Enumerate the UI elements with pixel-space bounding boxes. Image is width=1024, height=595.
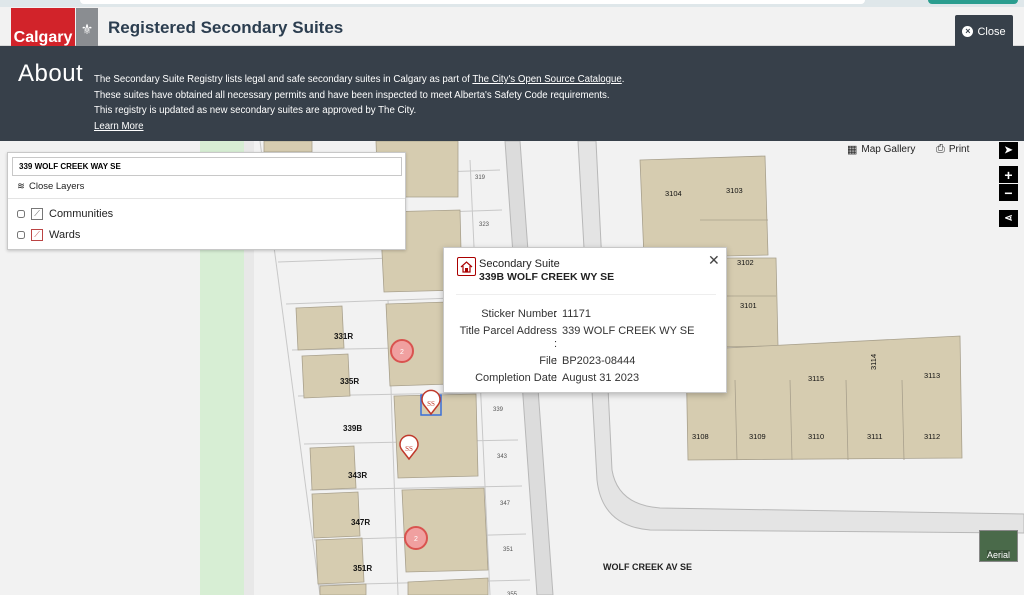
- browser-button: [928, 0, 1018, 4]
- layer-item-communities[interactable]: ⟋ Communities: [17, 208, 113, 220]
- cluster-count: 2: [414, 536, 418, 543]
- suite-popup: Secondary Suite 339B WOLF CREEK WY SE ✕ …: [443, 247, 727, 393]
- popup-subtitle: 339B WOLF CREEK WY SE: [479, 271, 615, 283]
- address-search-input[interactable]: [12, 157, 402, 176]
- wards-checkbox[interactable]: [17, 231, 25, 239]
- house-number: 339: [493, 407, 504, 413]
- building-number: 3115: [808, 374, 824, 383]
- popup-title: Secondary Suite: [479, 258, 560, 270]
- close-layers-label: Close Layers: [28, 181, 85, 192]
- about-line2: These suites have obtained all necessary…: [94, 89, 610, 101]
- lot-label: 343R: [348, 471, 367, 480]
- layer-item-wards[interactable]: ⟋ Wards: [17, 229, 80, 241]
- colon: :: [554, 372, 558, 384]
- lot-label: 335R: [340, 377, 359, 386]
- building-number: 3104: [665, 189, 682, 198]
- house-icon: [457, 257, 476, 276]
- colon: :: [554, 355, 558, 367]
- layers-panel: ≋ Close Layers ⟋ Communities ⟋ Wards: [7, 152, 406, 250]
- close-label: Close: [977, 25, 1006, 38]
- house-number: 323: [479, 222, 490, 228]
- address-bar: [80, 0, 865, 4]
- lot-label: 331R: [334, 332, 353, 341]
- suite-marker-label: SS: [405, 445, 413, 453]
- about-text: The Secondary Suite Registry lists legal…: [94, 72, 994, 134]
- cluster-count: 2: [400, 349, 404, 356]
- locate-icon: ➤: [1004, 145, 1013, 156]
- minus-icon: −: [1004, 184, 1013, 201]
- field-label: Sticker Number: [481, 308, 557, 320]
- communities-checkbox[interactable]: [17, 210, 25, 218]
- suite-marker-label: SS: [427, 400, 435, 408]
- popup-close-icon[interactable]: ✕: [708, 252, 720, 269]
- lot-label: 351R: [353, 564, 372, 573]
- house-number: 347: [500, 501, 511, 507]
- printer-icon: ⎙: [936, 143, 945, 155]
- zoom-in-button[interactable]: +: [999, 166, 1018, 183]
- learn-more-link[interactable]: Learn More: [94, 121, 144, 132]
- print-button[interactable]: ⎙ Print: [936, 143, 969, 156]
- aerial-basemap-button[interactable]: Aerial: [979, 530, 1018, 562]
- colon: :: [554, 338, 558, 350]
- building-number: 3102: [737, 258, 754, 267]
- plus-icon: +: [1004, 166, 1013, 183]
- house-number: 319: [475, 175, 486, 181]
- building-number: 3110: [808, 432, 824, 441]
- share-icon: ⋖: [1004, 213, 1013, 224]
- building-number: 3109: [749, 432, 766, 441]
- close-icon: ×: [962, 26, 974, 37]
- print-label: Print: [948, 144, 970, 155]
- building-number: 3111: [867, 432, 883, 441]
- zoom-out-button[interactable]: −: [999, 184, 1018, 201]
- about-line3: This registry is updated as new secondar…: [94, 105, 417, 116]
- cluster-marker[interactable]: 2: [404, 526, 428, 550]
- lot-label: 347R: [351, 518, 370, 527]
- about-line1-end: .: [621, 74, 625, 85]
- field-value: 11171: [562, 308, 591, 320]
- colon: :: [554, 308, 558, 320]
- about-line1: The Secondary Suite Registry lists legal…: [94, 74, 473, 85]
- cluster-marker[interactable]: 2: [390, 339, 414, 363]
- page-title: Registered Secondary Suites: [108, 18, 344, 37]
- polygon-icon: ⟋: [31, 229, 43, 241]
- street-label: WOLF CREEK AV SE: [603, 562, 692, 572]
- house-number: 351: [503, 547, 514, 553]
- about-panel: About The Secondary Suite Registry lists…: [0, 46, 1024, 141]
- map-gallery-button[interactable]: ▦ Map Gallery: [847, 143, 915, 156]
- building-number: 3113: [924, 371, 940, 380]
- house-number: 343: [497, 454, 508, 460]
- field-value: 339 WOLF CREEK WY SE: [562, 325, 695, 337]
- grid-icon: ▦: [847, 144, 858, 156]
- map-gallery-label: Map Gallery: [861, 144, 916, 155]
- close-button[interactable]: × Close: [955, 15, 1013, 48]
- share-button[interactable]: ⋖: [999, 210, 1018, 227]
- about-heading: About: [18, 60, 84, 87]
- close-layers-button[interactable]: ≋ Close Layers: [17, 181, 84, 192]
- catalogue-link[interactable]: The City's Open Source Catalogue: [472, 74, 621, 85]
- polygon-icon: ⟋: [31, 208, 43, 220]
- field-value: August 31 2023: [562, 372, 640, 384]
- field-value: BP2023-08444: [562, 355, 636, 367]
- building-number: 3108: [692, 432, 709, 441]
- building-number: 3112: [924, 432, 940, 441]
- layer-label: Communities: [49, 208, 114, 220]
- aerial-label: Aerial: [986, 550, 1010, 560]
- divider: [456, 294, 716, 295]
- divider: [8, 198, 405, 199]
- app-header: Calgary ⚜ Registered Secondary Suites × …: [0, 7, 1024, 51]
- field-label: Title Parcel Address: [459, 325, 557, 337]
- building-number: 3103: [726, 186, 743, 195]
- locate-button[interactable]: ➤: [999, 142, 1018, 159]
- browser-strip: [0, 0, 1024, 7]
- calgary-logo: Calgary: [11, 8, 75, 51]
- lot-label: 339B: [343, 424, 362, 433]
- layer-label: Wards: [49, 229, 81, 241]
- building-number: 3101: [740, 301, 757, 310]
- field-label: Completion Date: [475, 372, 557, 384]
- crest-icon: ⚜: [76, 8, 98, 51]
- layers-icon: ≋: [17, 181, 25, 192]
- building-number: 3114: [869, 354, 878, 370]
